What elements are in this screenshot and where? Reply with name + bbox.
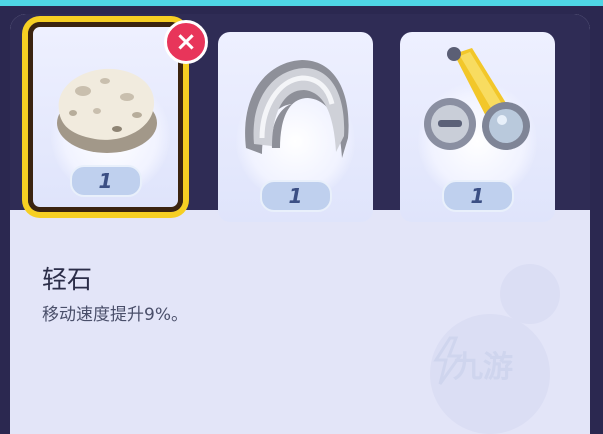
item-count-badge: 1 xyxy=(69,165,142,197)
background-decoration xyxy=(500,264,560,324)
close-icon: × xyxy=(175,27,197,57)
remove-item-button[interactable]: × xyxy=(164,20,208,64)
scope-lens-icon xyxy=(424,47,530,150)
item-slot-2[interactable]: 1 xyxy=(218,32,373,222)
item-title: 轻石 xyxy=(42,265,93,294)
light-clay-icon xyxy=(57,68,157,153)
item-slot-1[interactable]: 1 xyxy=(28,22,183,212)
item-slot-3[interactable]: 1 xyxy=(400,32,555,222)
watermark-text: 九游 xyxy=(453,350,513,385)
item-count-badge: 1 xyxy=(441,180,514,212)
muscle-band-icon xyxy=(245,60,349,158)
item-description: 移动速度提升9%。 xyxy=(42,305,188,325)
top-strip xyxy=(0,0,603,6)
item-count-badge: 1 xyxy=(259,180,332,212)
